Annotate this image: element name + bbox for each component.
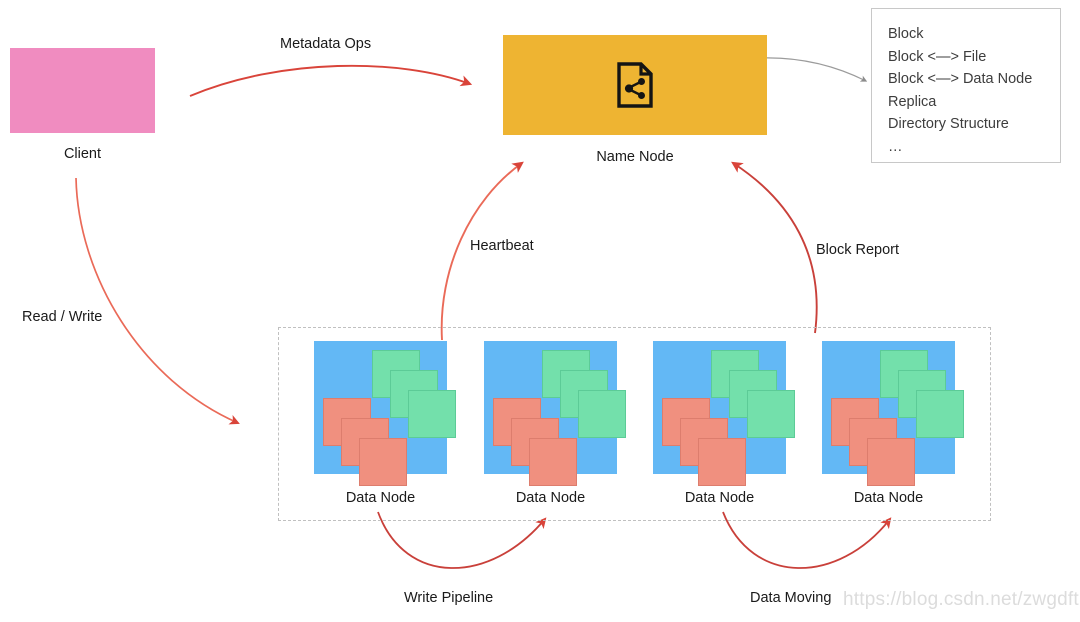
metadata-item: Directory Structure xyxy=(888,116,1009,132)
datanode-3[interactable] xyxy=(653,341,795,486)
metadata-item: Block xyxy=(888,26,924,42)
block-red xyxy=(359,438,407,486)
datanode-1[interactable] xyxy=(314,341,456,486)
file-share-icon xyxy=(617,62,653,108)
block-red xyxy=(529,438,577,486)
metadata-item: Replica xyxy=(888,93,937,110)
datanode-2[interactable] xyxy=(484,341,626,486)
edge-label-metadata-ops: Metadata Ops xyxy=(280,36,372,52)
datanode-3-label: Data Node xyxy=(684,490,755,506)
edge-label-block-report: Block Report xyxy=(816,242,900,258)
block-green xyxy=(578,390,626,438)
block-red xyxy=(698,438,746,486)
edge-metadata-ops xyxy=(189,64,473,97)
block-green xyxy=(408,390,456,438)
metadata-panel: Block Block <—> File Block <—> Data Node… xyxy=(871,8,1061,163)
block-green xyxy=(747,390,795,438)
datanode-2-label: Data Node xyxy=(515,490,586,506)
metadata-item: Block <—> Data Node xyxy=(888,71,1033,87)
client-node[interactable] xyxy=(10,48,155,133)
name-node-label: Name Node xyxy=(596,149,674,165)
datanode-4[interactable] xyxy=(822,341,964,486)
datanode-1-label: Data Node xyxy=(345,490,416,506)
edge-label-heartbeat: Heartbeat xyxy=(470,238,534,254)
block-green xyxy=(916,390,964,438)
edge-label-write-pipeline: Write Pipeline xyxy=(404,590,494,606)
edge-label-data-moving: Data Moving xyxy=(750,590,832,606)
client-label: Client xyxy=(63,146,102,162)
metadata-item: Block <—> File xyxy=(888,48,987,65)
edge-block-report xyxy=(731,161,818,334)
hdfs-architecture-diagram: Client Name Node Block Block <—> File Bl… xyxy=(0,0,1080,622)
edge-read-write xyxy=(75,177,240,425)
block-red xyxy=(867,438,915,486)
watermark: https://blog.csdn.net/zwgdft xyxy=(843,589,1079,610)
datanode-4-label: Data Node xyxy=(853,490,924,506)
metadata-item: … xyxy=(888,138,903,155)
edge-label-read-write: Read / Write xyxy=(22,309,103,325)
